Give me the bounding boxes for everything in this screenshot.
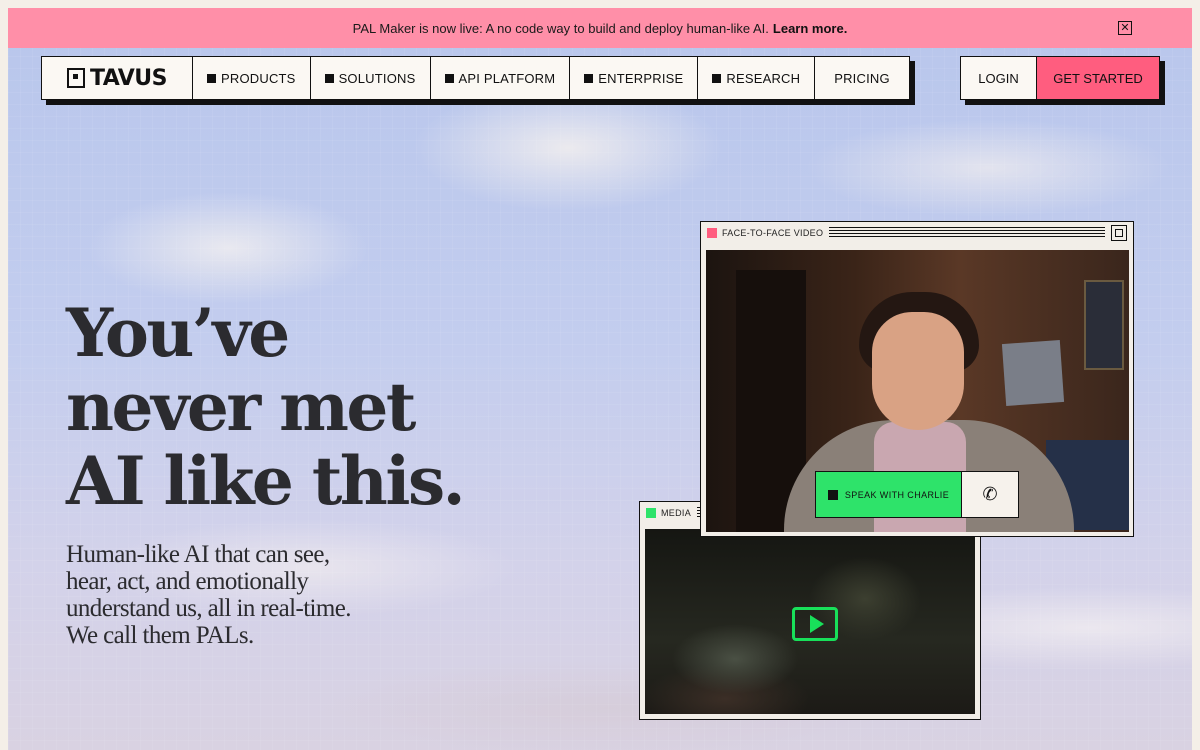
nav-item-api-platform[interactable]: API PLATFORM <box>431 57 571 99</box>
speak-with-charlie-button[interactable]: SPEAK WITH CHARLIE <box>816 472 962 517</box>
nav-item-solutions[interactable]: SOLUTIONS <box>311 57 431 99</box>
main-nav: TAVUS PRODUCTS SOLUTIONS API PLATFORM EN… <box>41 56 910 100</box>
status-dot <box>707 228 717 238</box>
auth-buttons: LOGIN GET STARTED <box>960 56 1160 100</box>
nav-item-label: SOLUTIONS <box>338 70 416 86</box>
square-icon <box>584 73 594 83</box>
hero-title-line: never met <box>66 368 416 446</box>
status-dot <box>646 508 656 518</box>
announcement-bar: PAL Maker is now live: A no code way to … <box>8 8 1192 48</box>
hero-subtitle: Human-like AI that can see, hear, act, a… <box>66 541 351 649</box>
expand-icon[interactable] <box>1111 225 1127 241</box>
video-window-title: FACE-TO-FACE VIDEO <box>722 228 824 238</box>
tavus-logo[interactable]: TAVUS <box>42 57 193 99</box>
nav-item-enterprise[interactable]: ENTERPRISE <box>570 57 699 99</box>
login-button[interactable]: LOGIN <box>961 57 1037 99</box>
square-icon <box>827 489 838 500</box>
hero-title: You’ve never met AI like this. <box>66 296 466 518</box>
square-icon <box>324 73 334 83</box>
announcement-text: PAL Maker is now live: A no code way to … <box>352 20 769 36</box>
tavus-logo-icon <box>66 68 85 88</box>
nav-item-label: RESEARCH <box>726 70 801 86</box>
nav-item-label: API PLATFORM <box>458 70 556 86</box>
speak-controls: SPEAK WITH CHARLIE ✆ <box>815 471 1019 518</box>
close-icon[interactable]: ✕ <box>1118 21 1132 35</box>
person-figure <box>872 312 964 430</box>
brand-name: TAVUS <box>89 65 168 91</box>
video-background <box>1001 340 1065 406</box>
nav-item-products[interactable]: PRODUCTS <box>193 57 311 99</box>
nav-item-research[interactable]: RESEARCH <box>698 57 816 99</box>
speak-button-label: SPEAK WITH CHARLIE <box>844 489 950 500</box>
nav-item-label: ENTERPRISE <box>598 70 684 86</box>
nav-item-pricing[interactable]: PRICING <box>815 57 909 99</box>
video-window-titlebar: FACE-TO-FACE VIDEO <box>701 222 1133 244</box>
hero-title-line: You’ve <box>66 294 290 372</box>
square-icon <box>712 73 722 83</box>
learn-more-link[interactable]: Learn more. <box>773 21 847 36</box>
square-icon <box>444 73 454 83</box>
media-video[interactable] <box>645 529 975 714</box>
nav-item-label: PRODUCTS <box>221 70 296 86</box>
phone-icon[interactable]: ✆ <box>962 472 1018 517</box>
media-window-title: MEDIA <box>661 508 692 518</box>
titlebar-stripes <box>829 227 1105 239</box>
play-icon[interactable] <box>792 607 838 641</box>
nav-item-label: PRICING <box>834 70 890 86</box>
square-icon <box>207 73 216 83</box>
hero-title-line: AI like this. <box>66 442 466 520</box>
get-started-button[interactable]: GET STARTED <box>1037 57 1159 99</box>
video-background <box>1084 280 1124 370</box>
